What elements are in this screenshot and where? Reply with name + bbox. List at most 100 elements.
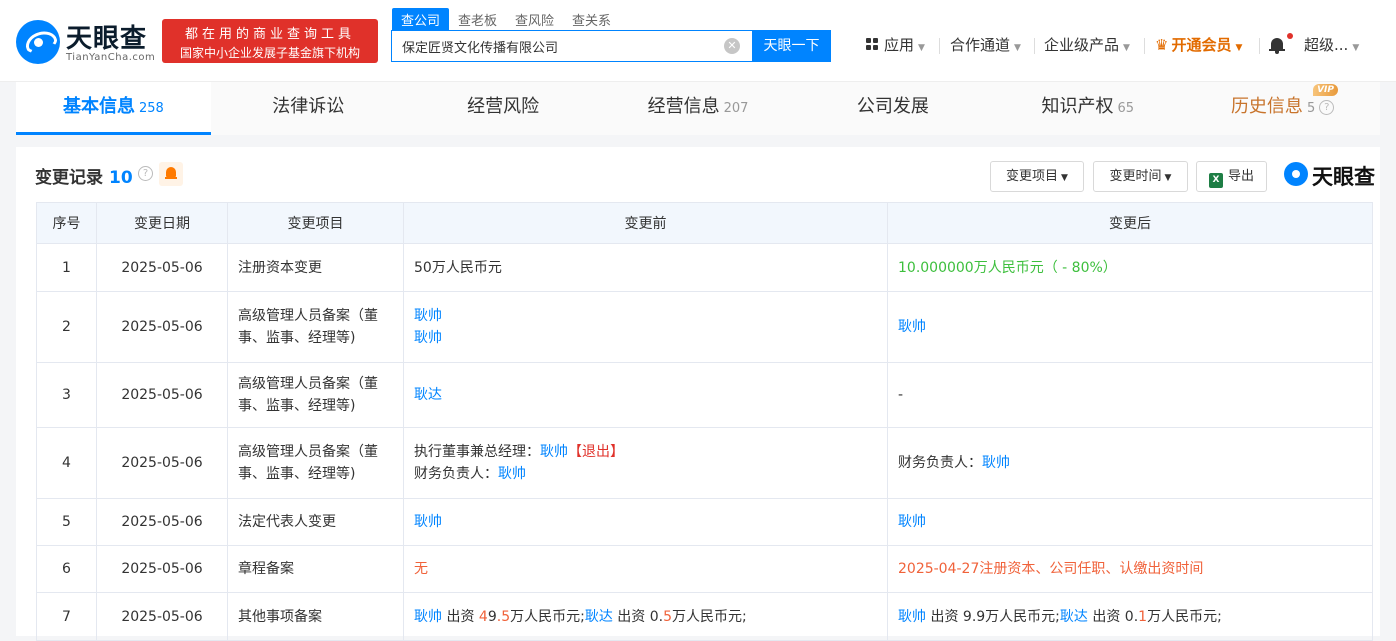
cell-item: 其他事项备案 xyxy=(227,592,404,641)
invest-text: 出资 xyxy=(612,608,650,625)
person-link[interactable]: 耿帅 xyxy=(498,466,526,482)
table-row: 2 2025-05-06 高级管理人员备案（董事、监事、经理等) 耿帅 耿帅 耿帅 xyxy=(36,291,1373,363)
cell-no: 5 xyxy=(36,498,97,546)
role-label: 财务负责人： xyxy=(414,466,498,482)
table-header-row: 序号 变更日期 变更项目 变更前 变更后 xyxy=(36,202,1373,244)
filter-item-button[interactable]: 变更项目 ▼ xyxy=(990,161,1084,192)
diff-digit: 4 xyxy=(478,608,488,625)
subscribe-alert-icon[interactable] xyxy=(159,162,183,186)
tianyancha-logo[interactable]: 天眼查 TianYanCha.com xyxy=(16,20,156,66)
diff-digit: .5 xyxy=(496,608,511,625)
cell-date: 2025-05-06 xyxy=(96,498,228,546)
invest-unit: 万人民币元; xyxy=(1147,608,1222,625)
crown-icon: ♛ xyxy=(1155,36,1169,54)
person-link[interactable]: 耿帅 xyxy=(898,609,926,625)
person-link[interactable]: 耿达 xyxy=(585,609,613,625)
cell-after: 财务负责人：耿帅 xyxy=(887,427,1373,499)
cell-before: 执行董事兼总经理：耿帅【退出】 财务负责人：耿帅 xyxy=(403,427,888,499)
person-link[interactable]: 耿达 xyxy=(414,387,442,403)
tab-basic-info[interactable]: 基本信息 258 xyxy=(16,82,211,135)
search-input[interactable] xyxy=(402,31,722,61)
col-header-before[interactable]: 变更前 xyxy=(403,202,888,244)
cell-before: 耿达 xyxy=(403,362,888,428)
table-row: 5 2025-05-06 法定代表人变更 耿帅 耿帅 xyxy=(36,498,1373,546)
bell-icon[interactable] xyxy=(1269,36,1285,54)
search-button[interactable]: 天眼一下 xyxy=(752,30,831,62)
section-count: 10 xyxy=(109,168,133,188)
col-header-date[interactable]: 变更日期 xyxy=(96,202,228,244)
filter-time-button[interactable]: 变更时间 ▼ xyxy=(1093,161,1188,192)
person-link[interactable]: 耿帅 xyxy=(414,305,877,327)
invest-text: 出资 xyxy=(442,608,479,625)
cell-date: 2025-05-06 xyxy=(96,592,228,641)
cell-after: 10.000000万人民币元（ - 80%） xyxy=(887,243,1373,292)
tab-history[interactable]: 历史信息 5? VIP xyxy=(1185,82,1380,135)
nav-apps[interactable]: 应用 ▼ xyxy=(866,34,925,55)
change-records-table: 序号 变更日期 变更项目 变更前 变更后 1 2025-05-06 注册资本变更… xyxy=(36,202,1373,641)
col-header-item[interactable]: 变更项目 xyxy=(227,202,404,244)
tab-development[interactable]: 公司发展 xyxy=(795,82,990,135)
export-button[interactable]: X 导出 xyxy=(1196,161,1267,192)
chevron-down-icon: ▼ xyxy=(918,43,925,53)
cell-after: 2025-04-27注册资本、公司任职、认缴出资时间 xyxy=(887,545,1373,593)
diff-digit: 1 xyxy=(1138,608,1148,625)
logo-text: 天眼查 xyxy=(66,24,148,54)
promo-line2: 国家中小企业发展子基金旗下机构 xyxy=(179,46,360,60)
cell-before: 50万人民币元 xyxy=(403,243,888,292)
promo-banner[interactable]: 都在用的商业查询工具 国家中小企业发展子基金旗下机构 xyxy=(162,19,378,63)
search-tab-company[interactable]: 查公司 xyxy=(392,8,450,30)
tab-operation[interactable]: 经营信息 207 xyxy=(601,82,796,135)
caret-down-icon: ▼ xyxy=(1164,173,1172,183)
cell-after: 耿帅 xyxy=(887,291,1373,363)
person-link[interactable]: 耿帅 xyxy=(540,444,568,460)
invest-text: 出资 xyxy=(1087,608,1125,625)
search-tab-boss[interactable]: 查老板 xyxy=(449,8,506,30)
search-tab-relation[interactable]: 查关系 xyxy=(563,8,620,30)
top-header: 天眼查 TianYanCha.com 都在用的商业查询工具 国家中小企业发展子基… xyxy=(0,0,1396,82)
change-records-panel: 变更记录 10 ? 变更项目 ▼ 变更时间 ▼ X 导出 天眼查 序号 变更日期 变更项… xyxy=(16,147,1380,641)
person-link[interactable]: 耿帅 xyxy=(898,514,926,530)
cell-item: 章程备案 xyxy=(227,545,404,593)
clear-icon[interactable]: ✕ xyxy=(724,38,740,54)
nav-channel[interactable]: 合作通道 ▼ xyxy=(950,34,1021,55)
tab-label: 基本信息 xyxy=(63,96,136,117)
cell-item: 法定代表人变更 xyxy=(227,498,404,546)
person-link[interactable]: 耿帅 xyxy=(414,327,877,349)
tab-risk[interactable]: 经营风险 xyxy=(406,82,601,135)
promo-line1: 都在用的商业查询工具 xyxy=(184,27,355,42)
tab-legal[interactable]: 法律诉讼 xyxy=(211,82,406,135)
cell-after: 耿帅 出资 9.9万人民币元;耿达 出资 0.1万人民币元; xyxy=(887,592,1373,641)
person-link[interactable]: 耿达 xyxy=(1060,609,1088,625)
col-header-no[interactable]: 序号 xyxy=(36,202,97,244)
person-link[interactable]: 耿帅 xyxy=(982,455,1010,471)
person-link[interactable]: 耿帅 xyxy=(414,514,442,530)
cell-no: 3 xyxy=(36,362,97,428)
person-link[interactable]: 耿帅 xyxy=(898,319,926,335)
cell-before: 耿帅 耿帅 xyxy=(403,291,888,363)
invest-text: 9.9 xyxy=(962,608,986,625)
invest-unit: 万人民币元; xyxy=(985,608,1060,625)
chevron-down-icon: ▼ xyxy=(1352,43,1360,53)
role-label: 执行董事兼总经理： xyxy=(414,444,540,460)
table-row: 6 2025-05-06 章程备案 无 2025-04-27注册资本、公司任职、… xyxy=(36,545,1373,593)
cell-before: 耿帅 xyxy=(403,498,888,546)
nav-divider xyxy=(1034,38,1035,54)
person-link[interactable]: 耿帅 xyxy=(414,609,442,625)
vip-badge: VIP xyxy=(1313,84,1339,96)
section-title-text: 变更记录 xyxy=(35,168,103,188)
search-tab-risk[interactable]: 查风险 xyxy=(506,8,563,30)
cell-date: 2025-05-06 xyxy=(96,427,228,499)
help-icon[interactable]: ? xyxy=(1319,100,1335,115)
nav-enterprise[interactable]: 企业级产品 ▼ xyxy=(1044,34,1130,55)
tab-count: 207 xyxy=(723,101,749,116)
cell-date: 2025-05-06 xyxy=(96,545,228,593)
col-header-after[interactable]: 变更后 xyxy=(887,202,1373,244)
cell-no: 1 xyxy=(36,243,97,292)
nav-vip[interactable]: ♛ 开通会员 ▼ xyxy=(1155,34,1242,55)
tab-ip[interactable]: 知识产权 65 xyxy=(990,82,1185,135)
nav-user[interactable]: 超级... ▼ xyxy=(1304,34,1359,55)
help-icon[interactable]: ? xyxy=(138,166,153,181)
nav-divider xyxy=(939,38,940,54)
cell-item: 高级管理人员备案（董事、监事、经理等) xyxy=(227,427,404,499)
cell-before: 耿帅 出资 49.5万人民币元;耿达 出资 0.5万人民币元; xyxy=(403,592,888,641)
